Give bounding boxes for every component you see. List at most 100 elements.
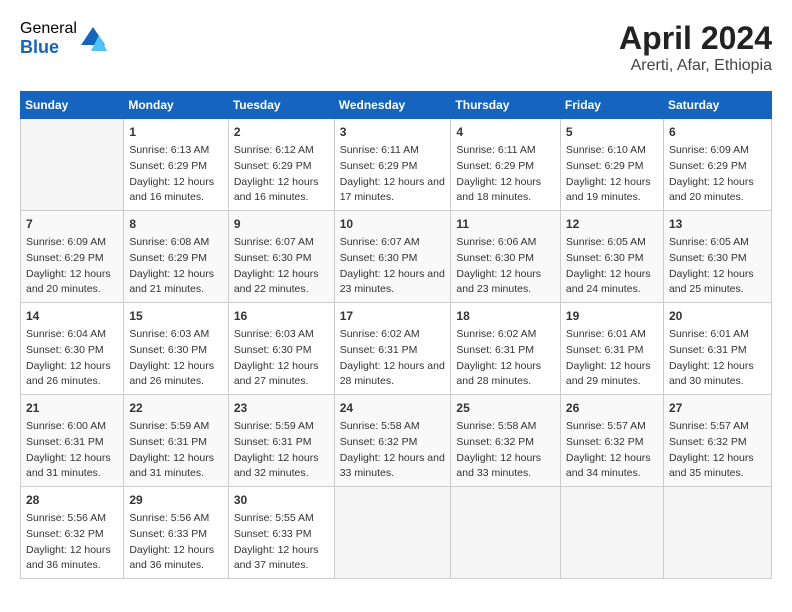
day-number: 8 xyxy=(129,215,222,233)
sunset-text: Sunset: 6:30 PM xyxy=(456,252,534,264)
daylight-text: Daylight: 12 hours and 29 minutes. xyxy=(566,360,651,388)
sunset-text: Sunset: 6:29 PM xyxy=(129,252,207,264)
daylight-text: Daylight: 12 hours and 33 minutes. xyxy=(340,452,445,480)
day-header-tuesday: Tuesday xyxy=(228,92,334,119)
calendar-cell: 2Sunrise: 6:12 AMSunset: 6:29 PMDaylight… xyxy=(228,119,334,211)
day-number: 27 xyxy=(669,399,766,417)
calendar-cell: 15Sunrise: 6:03 AMSunset: 6:30 PMDayligh… xyxy=(124,303,228,395)
sunrise-text: Sunrise: 5:55 AM xyxy=(234,512,314,524)
calendar-cell: 10Sunrise: 6:07 AMSunset: 6:30 PMDayligh… xyxy=(334,211,451,303)
sunrise-text: Sunrise: 5:59 AM xyxy=(234,420,314,432)
calendar-cell: 28Sunrise: 5:56 AMSunset: 6:32 PMDayligh… xyxy=(21,487,124,579)
sunset-text: Sunset: 6:32 PM xyxy=(669,436,747,448)
daylight-text: Daylight: 12 hours and 28 minutes. xyxy=(340,360,445,388)
day-number: 25 xyxy=(456,399,555,417)
calendar-cell xyxy=(334,487,451,579)
day-number: 24 xyxy=(340,399,446,417)
day-number: 30 xyxy=(234,491,329,509)
sunrise-text: Sunrise: 6:12 AM xyxy=(234,144,314,156)
day-header-sunday: Sunday xyxy=(21,92,124,119)
location: Arerti, Afar, Ethiopia xyxy=(619,57,772,75)
sunset-text: Sunset: 6:29 PM xyxy=(340,160,418,172)
day-number: 18 xyxy=(456,307,555,325)
day-number: 16 xyxy=(234,307,329,325)
day-number: 19 xyxy=(566,307,658,325)
week-row-5: 28Sunrise: 5:56 AMSunset: 6:32 PMDayligh… xyxy=(21,487,772,579)
day-number: 21 xyxy=(26,399,118,417)
sunrise-text: Sunrise: 6:07 AM xyxy=(234,236,314,248)
page-header: General Blue April 2024 Arerti, Afar, Et… xyxy=(20,20,772,75)
day-header-monday: Monday xyxy=(124,92,228,119)
daylight-text: Daylight: 12 hours and 36 minutes. xyxy=(129,544,214,572)
calendar-cell: 8Sunrise: 6:08 AMSunset: 6:29 PMDaylight… xyxy=(124,211,228,303)
daylight-text: Daylight: 12 hours and 36 minutes. xyxy=(26,544,111,572)
calendar-cell xyxy=(663,487,771,579)
sunset-text: Sunset: 6:29 PM xyxy=(456,160,534,172)
day-number: 22 xyxy=(129,399,222,417)
calendar-body: 1Sunrise: 6:13 AMSunset: 6:29 PMDaylight… xyxy=(21,119,772,579)
sunset-text: Sunset: 6:31 PM xyxy=(129,436,207,448)
daylight-text: Daylight: 12 hours and 22 minutes. xyxy=(234,268,319,296)
day-number: 26 xyxy=(566,399,658,417)
daylight-text: Daylight: 12 hours and 24 minutes. xyxy=(566,268,651,296)
daylight-text: Daylight: 12 hours and 31 minutes. xyxy=(129,452,214,480)
sunrise-text: Sunrise: 5:57 AM xyxy=(566,420,646,432)
sunset-text: Sunset: 6:32 PM xyxy=(340,436,418,448)
day-header-friday: Friday xyxy=(560,92,663,119)
sunrise-text: Sunrise: 5:56 AM xyxy=(129,512,209,524)
week-row-1: 1Sunrise: 6:13 AMSunset: 6:29 PMDaylight… xyxy=(21,119,772,211)
daylight-text: Daylight: 12 hours and 32 minutes. xyxy=(234,452,319,480)
sunset-text: Sunset: 6:29 PM xyxy=(129,160,207,172)
sunrise-text: Sunrise: 6:07 AM xyxy=(340,236,420,248)
daylight-text: Daylight: 12 hours and 23 minutes. xyxy=(456,268,541,296)
daylight-text: Daylight: 12 hours and 16 minutes. xyxy=(129,176,214,204)
days-of-week-row: SundayMondayTuesdayWednesdayThursdayFrid… xyxy=(21,92,772,119)
calendar-cell: 4Sunrise: 6:11 AMSunset: 6:29 PMDaylight… xyxy=(451,119,561,211)
sunrise-text: Sunrise: 6:08 AM xyxy=(129,236,209,248)
sunrise-text: Sunrise: 6:02 AM xyxy=(340,328,420,340)
daylight-text: Daylight: 12 hours and 18 minutes. xyxy=(456,176,541,204)
sunset-text: Sunset: 6:32 PM xyxy=(26,528,104,540)
calendar-cell: 18Sunrise: 6:02 AMSunset: 6:31 PMDayligh… xyxy=(451,303,561,395)
daylight-text: Daylight: 12 hours and 27 minutes. xyxy=(234,360,319,388)
daylight-text: Daylight: 12 hours and 17 minutes. xyxy=(340,176,445,204)
daylight-text: Daylight: 12 hours and 28 minutes. xyxy=(456,360,541,388)
sunrise-text: Sunrise: 6:13 AM xyxy=(129,144,209,156)
sunrise-text: Sunrise: 5:58 AM xyxy=(340,420,420,432)
calendar-cell: 1Sunrise: 6:13 AMSunset: 6:29 PMDaylight… xyxy=(124,119,228,211)
daylight-text: Daylight: 12 hours and 37 minutes. xyxy=(234,544,319,572)
calendar-cell: 13Sunrise: 6:05 AMSunset: 6:30 PMDayligh… xyxy=(663,211,771,303)
sunset-text: Sunset: 6:32 PM xyxy=(456,436,534,448)
sunset-text: Sunset: 6:31 PM xyxy=(340,344,418,356)
sunrise-text: Sunrise: 6:00 AM xyxy=(26,420,106,432)
sunset-text: Sunset: 6:30 PM xyxy=(26,344,104,356)
logo-icon xyxy=(79,25,107,53)
calendar-cell: 27Sunrise: 5:57 AMSunset: 6:32 PMDayligh… xyxy=(663,395,771,487)
week-row-2: 7Sunrise: 6:09 AMSunset: 6:29 PMDaylight… xyxy=(21,211,772,303)
sunset-text: Sunset: 6:30 PM xyxy=(129,344,207,356)
calendar-cell: 16Sunrise: 6:03 AMSunset: 6:30 PMDayligh… xyxy=(228,303,334,395)
calendar-cell: 29Sunrise: 5:56 AMSunset: 6:33 PMDayligh… xyxy=(124,487,228,579)
calendar-cell: 5Sunrise: 6:10 AMSunset: 6:29 PMDaylight… xyxy=(560,119,663,211)
calendar-cell: 26Sunrise: 5:57 AMSunset: 6:32 PMDayligh… xyxy=(560,395,663,487)
sunrise-text: Sunrise: 6:03 AM xyxy=(129,328,209,340)
sunrise-text: Sunrise: 6:01 AM xyxy=(566,328,646,340)
calendar-cell: 14Sunrise: 6:04 AMSunset: 6:30 PMDayligh… xyxy=(21,303,124,395)
calendar-cell xyxy=(21,119,124,211)
daylight-text: Daylight: 12 hours and 30 minutes. xyxy=(669,360,754,388)
sunset-text: Sunset: 6:29 PM xyxy=(26,252,104,264)
daylight-text: Daylight: 12 hours and 20 minutes. xyxy=(26,268,111,296)
calendar-header: SundayMondayTuesdayWednesdayThursdayFrid… xyxy=(21,92,772,119)
sunrise-text: Sunrise: 6:06 AM xyxy=(456,236,536,248)
daylight-text: Daylight: 12 hours and 34 minutes. xyxy=(566,452,651,480)
sunrise-text: Sunrise: 6:01 AM xyxy=(669,328,749,340)
month-year: April 2024 xyxy=(619,20,772,57)
calendar-cell: 7Sunrise: 6:09 AMSunset: 6:29 PMDaylight… xyxy=(21,211,124,303)
sunset-text: Sunset: 6:31 PM xyxy=(456,344,534,356)
sunset-text: Sunset: 6:30 PM xyxy=(234,344,312,356)
sunrise-text: Sunrise: 6:05 AM xyxy=(566,236,646,248)
sunrise-text: Sunrise: 6:05 AM xyxy=(669,236,749,248)
logo-general: General xyxy=(20,20,77,38)
daylight-text: Daylight: 12 hours and 20 minutes. xyxy=(669,176,754,204)
calendar-cell: 6Sunrise: 6:09 AMSunset: 6:29 PMDaylight… xyxy=(663,119,771,211)
